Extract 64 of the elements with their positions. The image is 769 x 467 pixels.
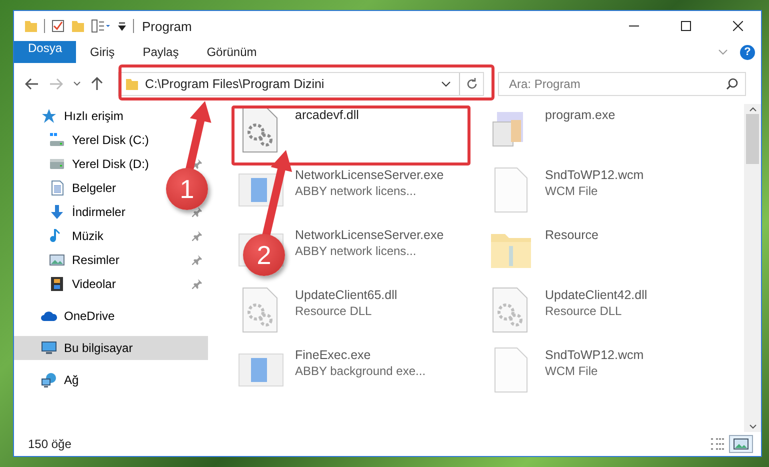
expand-ribbon-icon[interactable] xyxy=(718,49,728,55)
maximize-icon xyxy=(681,21,691,31)
drive-icon xyxy=(49,156,65,172)
sidebar-item[interactable]: Yerel Disk (D:) xyxy=(47,152,151,176)
computer-icon xyxy=(41,340,57,356)
videos-icon xyxy=(49,276,65,292)
quick-access-icon xyxy=(41,108,57,124)
file-name: Resource xyxy=(545,228,598,242)
folder-icon xyxy=(125,77,139,91)
window-title: Program xyxy=(142,18,193,34)
pin-icon[interactable] xyxy=(192,279,202,289)
address-path: C:\Program Files\Program Dizini xyxy=(145,77,326,91)
sidebar-item[interactable]: Yerel Disk (C:) xyxy=(47,128,151,152)
file-name: UpdateClient42.dll xyxy=(545,288,648,302)
large-icons-view-button[interactable] xyxy=(729,435,753,453)
sidebar-item[interactable]: Resimler xyxy=(47,248,122,272)
file-name: SndToWP12.wcm xyxy=(545,168,644,182)
sidebar-item[interactable]: İndirmeler xyxy=(47,200,128,224)
pin-icon[interactable] xyxy=(192,255,202,265)
properties-icon[interactable] xyxy=(91,19,111,33)
file-description: WCM File xyxy=(545,184,599,198)
address-dropdown-button[interactable] xyxy=(439,81,453,87)
file-name: FineExec.exe xyxy=(295,348,372,362)
sidebar-item[interactable]: Bu bilgisayar xyxy=(39,336,135,360)
dropdown-icon[interactable] xyxy=(117,21,127,31)
ribbon-tab[interactable]: Görünüm xyxy=(192,41,271,63)
scrollbar[interactable] xyxy=(744,104,761,432)
file-name: arcadevf.dll xyxy=(295,108,359,122)
system-drive-icon xyxy=(49,132,65,148)
pin-icon[interactable] xyxy=(192,207,202,217)
pin-icon[interactable] xyxy=(192,231,202,241)
refresh-icon xyxy=(466,78,478,90)
sidebar-item[interactable]: Videolar xyxy=(47,272,118,296)
file-description: ABBY network licens... xyxy=(295,244,418,258)
help-button[interactable]: ? xyxy=(740,44,755,60)
search-field[interactable]: Ara: Program xyxy=(498,72,746,96)
close-icon xyxy=(733,21,743,31)
file-name: UpdateClient65.dll xyxy=(295,288,398,302)
file-name: program.exe xyxy=(545,108,616,122)
file-tab[interactable]: Dosya xyxy=(14,41,76,63)
file-name: NetworkLicenseServer.exe xyxy=(295,168,444,182)
ribbon-tab[interactable]: Giriş xyxy=(76,41,129,63)
file-description: Resource DLL xyxy=(545,304,623,318)
sidebar-item[interactable]: OneDrive xyxy=(39,304,117,328)
sidebar-item[interactable]: Belgeler xyxy=(47,176,118,200)
file-name: SndToWP12.wcm xyxy=(545,348,644,362)
address-field[interactable]: C:\Program Files\Program Dizini xyxy=(118,72,484,96)
sidebar-item[interactable]: Müzik xyxy=(47,224,106,248)
chevron-down-icon xyxy=(73,81,81,87)
file-name: NetworkLicenseServer.exe xyxy=(295,228,444,242)
file-description: WCM File xyxy=(545,364,599,378)
file-description: Resource DLL xyxy=(295,304,373,318)
ribbon-tab[interactable]: Paylaş xyxy=(128,41,193,63)
network-icon xyxy=(41,372,57,388)
checklist-icon[interactable] xyxy=(51,19,65,33)
file-description: ABBY network licens... xyxy=(295,184,418,198)
file-description: ABBY background exe... xyxy=(295,364,426,378)
sidebar-item[interactable]: Ağ xyxy=(39,368,81,392)
documents-icon xyxy=(49,180,65,196)
scroll-thumb[interactable] xyxy=(746,114,759,164)
item-count: 150 öğe xyxy=(28,437,72,451)
downloads-icon xyxy=(49,204,65,220)
sidebar-item[interactable]: Hızlı erişim xyxy=(39,104,126,128)
pictures-icon xyxy=(49,252,65,268)
